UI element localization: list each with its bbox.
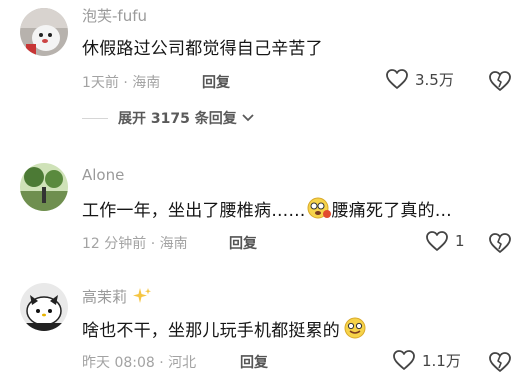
chevron-down-icon [242,114,254,122]
comment-meta: 昨天 08:08 · 河北 [82,355,197,371]
comment-meta: 1天前 · 海南 [82,75,161,91]
avatar[interactable] [20,163,68,211]
username[interactable]: 泡芙-fufu [82,5,147,26]
comment-text-part: 工作一年，坐出了腰椎病…… [82,201,306,221]
broken-heart-icon[interactable] [488,69,512,93]
like-count: 1 [455,232,465,250]
username[interactable]: Alone [82,166,124,184]
reply-button[interactable]: 回复 [240,352,268,372]
broken-heart-icon[interactable] [488,231,512,255]
avatar[interactable] [20,283,68,331]
expand-replies-button[interactable]: 展开 3175 条回复 [82,108,255,128]
username-text: 高茉莉 [82,288,128,306]
comment-text: 休假路过公司都觉得自己辛苦了 [82,39,323,59]
smile-emoji [344,317,366,339]
comment-text-part: 啥也不干，坐那儿玩手机都挺累的 [82,321,340,341]
like-count: 1.1万 [422,351,461,370]
heart-outline-icon [386,69,408,89]
avatar[interactable] [20,8,68,56]
comment-meta: 12 分钟前 · 海南 [82,236,188,252]
expand-replies-label: 展开 3175 条回复 [118,111,237,127]
reply-button[interactable]: 回复 [202,72,230,92]
broken-heart-icon[interactable] [488,350,512,374]
like-button[interactable]: 3.5万 [385,68,454,90]
dizzy-face-emoji [307,197,331,219]
like-count: 3.5万 [415,70,454,89]
sparkles-icon [132,288,151,303]
comment-text: 啥也不干，坐那儿玩手机都挺累的 [82,316,368,341]
reply-button[interactable]: 回复 [229,233,257,253]
heart-outline-icon [393,350,415,370]
heart-outline-icon [426,231,448,251]
comment-text: 工作一年，坐出了腰椎病…… 腰痛死了真的… [82,196,452,221]
divider [82,117,108,119]
like-button[interactable]: 1 [425,230,465,252]
like-button[interactable]: 1.1万 [392,349,461,371]
comment-text-part: 腰痛死了真的… [331,201,453,221]
username[interactable]: 高茉莉 [82,286,152,307]
